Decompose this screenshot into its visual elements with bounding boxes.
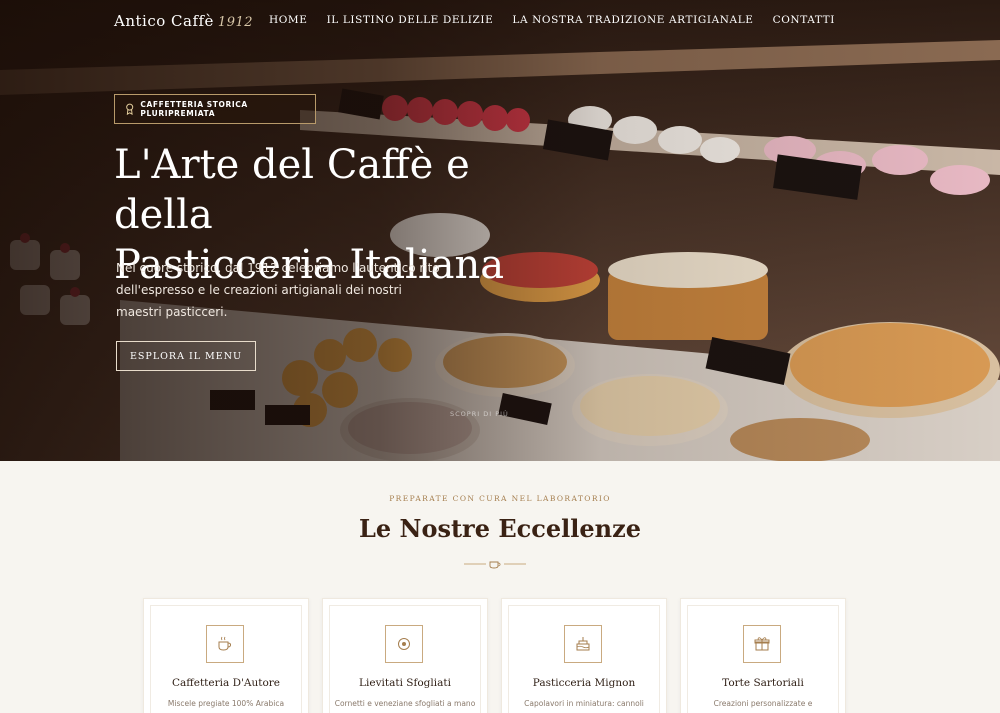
cake-icon xyxy=(576,637,590,651)
section-eyebrow: PREPARATE CON CURA NEL LABORATORIO xyxy=(389,494,611,503)
coffee-cup-icon xyxy=(489,561,501,569)
card-caffetteria[interactable]: Caffetteria D'Autore Miscele pregiate 10… xyxy=(143,598,309,713)
excellence-cards: Caffetteria D'Autore Miscele pregiate 10… xyxy=(143,598,847,713)
card-lievitati[interactable]: Lievitati Sfogliati Cornetti e veneziane… xyxy=(322,598,488,713)
nav-link-contatti[interactable]: CONTATTI xyxy=(773,14,835,26)
top-nav: Antico Caffè 1912 HOME IL LISTINO DELLE D… xyxy=(0,0,1000,42)
award-icon xyxy=(126,103,134,115)
hero-title-line-1: L'Arte del Caffè e della xyxy=(114,142,470,238)
nav-link-listino[interactable]: IL LISTINO DELLE DELIZIE xyxy=(327,14,494,26)
brand-logo[interactable]: Antico Caffè 1912 xyxy=(114,12,253,30)
hero-subtitle: Nel cuore storico, dal 1912 celebriamo l… xyxy=(116,261,440,319)
card-icon-frame xyxy=(743,625,781,663)
section-divider xyxy=(464,561,526,569)
croissant-icon xyxy=(398,638,410,650)
card-icon-frame xyxy=(206,625,244,663)
hero-section: Antico Caffè 1912 HOME IL LISTINO DELLE D… xyxy=(0,0,1000,461)
nav-link-tradizione[interactable]: LA NOSTRA TRADIZIONE ARTIGIANALE xyxy=(512,14,753,26)
coffee-cup-icon xyxy=(218,636,232,651)
explore-menu-button[interactable]: ESPLORA IL MENU xyxy=(116,341,256,371)
nav-link-home[interactable]: HOME xyxy=(269,14,308,26)
card-title: Pasticceria Mignon xyxy=(532,677,636,689)
nav-links: HOME IL LISTINO DELLE DELIZIE LA NOSTRA … xyxy=(269,14,835,26)
card-description: Capolavori in miniatura: cannoli xyxy=(524,699,644,708)
card-title: Torte Sartoriali xyxy=(722,677,804,689)
card-title: Caffetteria D'Autore xyxy=(171,677,281,689)
section-title: Le Nostre Eccellenze xyxy=(359,514,641,543)
scroll-hint[interactable]: SCOPRI DI PIÙ xyxy=(450,410,509,418)
card-icon-frame xyxy=(385,625,423,663)
brand-name: Antico Caffè xyxy=(114,12,214,30)
gift-icon xyxy=(754,637,770,651)
badge-label: CAFFETTERIA STORICA PLURIPREMIATA xyxy=(140,100,248,118)
card-title: Lievitati Sfogliati xyxy=(359,677,451,689)
card-icon-frame xyxy=(564,625,602,663)
award-badge: CAFFETTERIA STORICA PLURIPREMIATA xyxy=(114,94,316,124)
card-description: Cornetti e veneziane sfogliati a mano xyxy=(334,699,476,708)
card-pasticceria[interactable]: Pasticceria Mignon Capolavori in miniatu… xyxy=(501,598,667,713)
brand-year: 1912 xyxy=(217,15,254,30)
card-torte[interactable]: Torte Sartoriali Creazioni personalizzat… xyxy=(680,598,846,713)
card-description: Miscele pregiate 100% Arabica xyxy=(167,699,285,708)
card-description: Creazioni personalizzate e xyxy=(713,699,813,708)
